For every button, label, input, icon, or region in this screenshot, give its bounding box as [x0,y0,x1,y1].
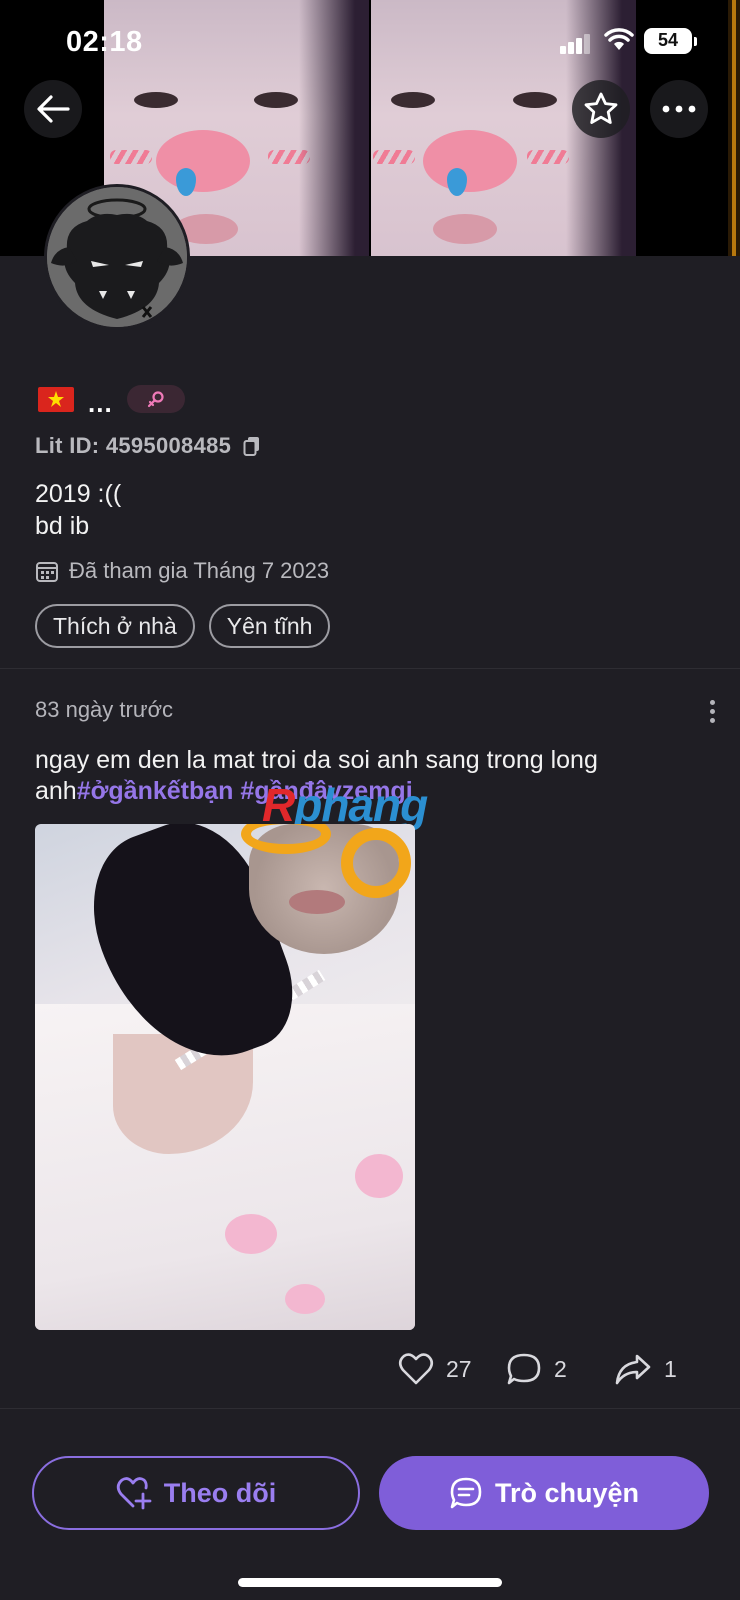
gender-badge [126,385,185,413]
cover-pig-nose [156,130,250,192]
photo-sunglasses [341,828,411,898]
section-divider [0,1408,740,1409]
photo-lips [289,890,345,914]
arrow-left-icon [37,95,70,123]
profile-bio: 2019 :(( bd ib [35,478,121,542]
comment-icon [507,1353,541,1385]
cover-lips [433,214,497,244]
interest-tag[interactable]: Yên tĩnh [208,604,331,648]
bio-line: bd ib [35,512,90,540]
interest-tags: Thích ở nhà Yên tĩnh [35,604,344,648]
post-more-button[interactable] [704,700,720,724]
profile-name: ... [88,388,113,418]
post-image[interactable] [35,824,415,1330]
share-count: 1 [664,1355,677,1382]
photo-print [355,1154,403,1198]
post-actions: 27 2 1 [0,1352,740,1392]
joined-text: Đã tham gia Tháng 7 2023 [69,558,330,583]
wifi-icon [604,28,634,50]
star-outline-icon [584,92,618,124]
chat-label: Trò chuyện [494,1477,640,1508]
status-bar: 02:18 54 [0,0,740,84]
female-symbol-icon [147,391,164,408]
heart-plus-icon [116,1477,152,1510]
black-sheep-avatar-icon [47,187,187,327]
cover-eye [254,92,298,108]
avatar[interactable] [44,184,190,330]
bio-line: 2019 :(( [35,480,122,508]
calendar-icon [36,562,58,582]
follow-label: Theo dõi [163,1477,277,1508]
battery-icon: 54 [644,28,697,54]
ellipsis-icon [662,105,696,113]
joined-date: Đã tham gia Tháng 7 2023 [35,558,329,584]
cellular-signal-icon [560,32,592,54]
cover-blush [527,150,569,164]
like-button[interactable]: 27 [398,1352,472,1386]
cover-blush [373,150,415,164]
copy-icon[interactable] [243,436,261,456]
heart-icon [398,1353,434,1385]
cover-eye [134,92,178,108]
favorite-button[interactable] [572,80,630,138]
cover-eye [391,92,435,108]
share-button[interactable]: 1 [614,1352,677,1386]
comment-count: 2 [554,1355,567,1382]
more-options-button[interactable] [650,80,708,138]
home-indicator[interactable] [238,1578,502,1587]
post-timestamp: 83 ngày trước [35,697,173,722]
photo-print [225,1214,277,1254]
like-count: 27 [446,1355,472,1382]
bottom-action-bar: Theo dõi Trò chuyện [0,1440,740,1600]
status-time: 02:18 [66,26,143,58]
comment-button[interactable]: 2 [506,1352,567,1386]
interest-tag[interactable]: Thích ở nhà [35,604,195,648]
lit-id-text: Lit ID: 4595008485 [35,433,232,458]
chat-button[interactable]: Trò chuyện [379,1456,709,1530]
back-button[interactable] [24,80,82,138]
cover-tear [176,168,196,196]
cover-eye [513,92,557,108]
cover-pig-nose [423,130,517,192]
chat-bubble-icon [450,1477,482,1509]
hashtag[interactable]: #ởgầnkếtbạn [77,777,234,805]
profile-name-row: ... [38,382,185,416]
vietnam-flag-icon [38,386,74,412]
photo-print [285,1284,325,1314]
lit-id: Lit ID: 4595008485 [35,433,261,459]
share-arrow-icon [615,1354,651,1385]
cover-blush [110,150,152,164]
section-divider [0,668,740,669]
follow-button[interactable]: Theo dõi [32,1456,360,1530]
